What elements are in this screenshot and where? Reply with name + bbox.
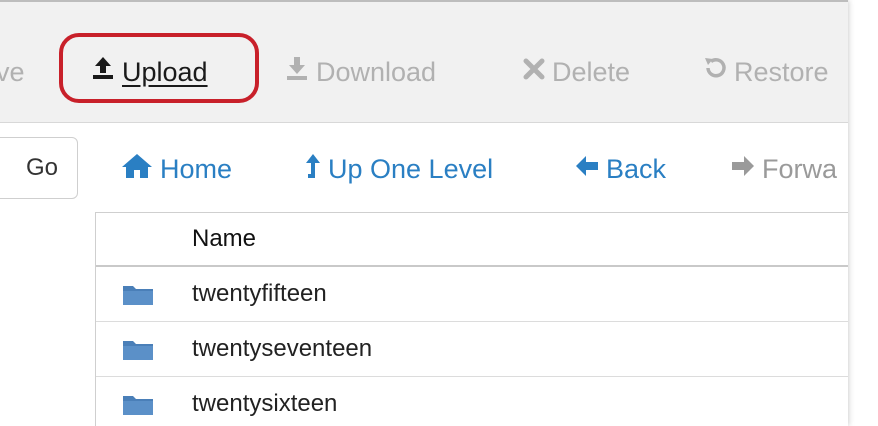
- folder-name[interactable]: twentysixteen: [192, 390, 337, 418]
- table-row[interactable]: twentyseventeen: [96, 322, 848, 377]
- folder-name[interactable]: twentyfifteen: [192, 280, 327, 308]
- upload-highlight-annotation: [59, 33, 259, 103]
- home-label: Home: [160, 153, 233, 184]
- undo-icon: [702, 54, 734, 90]
- name-column-header[interactable]: Name: [192, 225, 256, 253]
- go-label: Go: [25, 154, 58, 181]
- restore-label: Restore: [734, 57, 829, 87]
- arrow-right-icon: [730, 153, 762, 186]
- folder-icon: [122, 392, 154, 421]
- home-icon: [120, 152, 160, 187]
- back-link[interactable]: Back: [574, 152, 666, 186]
- download-label: Download: [316, 57, 437, 87]
- close-icon: [522, 54, 552, 90]
- go-button[interactable]: Go: [0, 137, 78, 199]
- delete-label: Delete: [552, 57, 631, 87]
- restore-button[interactable]: Restore: [702, 54, 829, 90]
- delete-button[interactable]: Delete: [522, 54, 630, 90]
- arrow-left-icon: [574, 153, 606, 186]
- save-button[interactable]: ve: [0, 54, 25, 90]
- folder-icon: [122, 337, 154, 366]
- back-label: Back: [606, 153, 667, 184]
- file-manager-window: ve Upload Download: [0, 0, 848, 426]
- download-button[interactable]: Download: [284, 54, 436, 90]
- table-header: Name: [96, 213, 848, 267]
- folder-name[interactable]: twentyseventeen: [192, 335, 372, 363]
- up-one-level-link[interactable]: Up One Level: [304, 152, 493, 186]
- table-row[interactable]: twentysixteen: [96, 377, 848, 426]
- arrow-up-icon: [304, 152, 328, 187]
- forward-link[interactable]: Forwa: [730, 152, 837, 186]
- save-label: ve: [0, 57, 25, 87]
- home-link[interactable]: Home: [120, 152, 232, 186]
- up-one-level-label: Up One Level: [328, 153, 494, 184]
- download-icon: [284, 54, 316, 90]
- table-row[interactable]: twentyfifteen: [96, 267, 848, 322]
- forward-label: Forwa: [762, 153, 838, 184]
- file-table: Name twentyfifteen twentyseventeen twent…: [95, 212, 848, 426]
- folder-icon: [122, 282, 154, 311]
